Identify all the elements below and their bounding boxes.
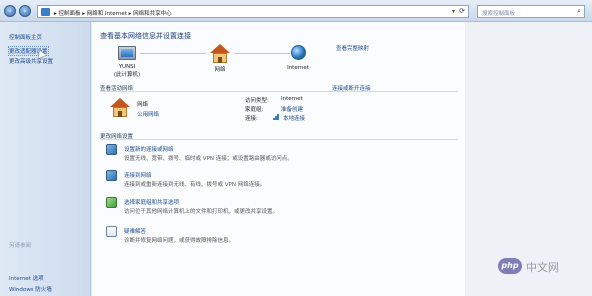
back-icon[interactable]: ‹ [4,5,16,17]
task-troubleshoot-desc: 诊断并修复网络问题，或获得故障排除信息。 [124,238,235,244]
map-computer-label: YUNSI (此计算机) [113,64,141,78]
task-new-connection-link[interactable]: 设置新的连接或网络 [124,145,174,153]
task-homegroup-desc: 访问位于其他网络计算机上的文件和打印机，或更改共享设置。 [124,209,279,215]
sidebar-item-control-panel-home[interactable]: 控制面板主页 [9,33,42,41]
watermark-logo: php [498,258,522,274]
network-house-icon [210,44,230,64]
sidebar-item-internet-options[interactable]: Internet 选项 [9,274,44,282]
search-icon[interactable]: ⌕ [577,7,581,16]
task-troubleshoot-link[interactable]: 疑难解答 [124,227,146,235]
address-field[interactable]: ▸ 控制面板 ▸ 网络和 Internet ▸ 网络和共享中心 ▾ ⟳ [37,5,469,18]
local-connection-link[interactable]: 本地连接 [283,114,305,122]
map-internet-label: Internet [287,65,309,71]
divider [100,139,458,140]
search-placeholder: 搜索控制面板 [482,11,516,17]
breadcrumb[interactable]: ▸ 控制面板 ▸ 网络和 Internet ▸ 网络和共享中心 [54,9,172,17]
connect-network-icon [106,170,117,181]
connections-label: 连接: [245,116,258,122]
search-input[interactable]: 搜索控制面板 ⌕ [477,5,585,18]
new-connection-icon [106,144,117,155]
network-type-link[interactable]: 公用网络 [137,110,159,118]
map-network-label: 网络 [214,67,226,73]
homegroup-link[interactable]: 准备创建 [281,105,303,113]
refresh-icon[interactable]: ⟳ [459,7,465,15]
page-title: 查看基本网络信息并设置连接 [100,32,191,40]
active-network-name: 网络 [137,102,149,108]
computer-icon [118,46,136,60]
map-connector [140,53,206,54]
watermark-text: 中文网 [526,261,559,274]
chevron-down-icon[interactable]: ▾ [452,8,455,15]
full-map-link[interactable]: 查看完整映射 [336,44,369,52]
sidebar-item-windows-firewall[interactable]: Windows 防火墙 [9,285,52,293]
task-connect-network-link[interactable]: 连接到网络 [124,171,152,179]
access-type-value: Internet [281,96,303,102]
control-panel-icon [41,8,50,16]
main-panel: 查看基本网络信息并设置连接 查看完整映射 YUNSI (此计算机) 网络 Int… [92,22,465,296]
troubleshoot-icon [106,226,117,237]
access-type-label: 访问类型: [245,98,269,104]
task-homegroup-link[interactable]: 选择家庭组和共享选项 [124,198,179,206]
divider [100,91,458,92]
connection-signal-icon [273,113,280,120]
homegroup-sharing-icon [106,197,117,208]
map-connector [234,53,290,54]
sidebar-item-change-sharing-settings[interactable]: 更改高级共享设置 [9,57,53,65]
homegroup-label: 家庭组: [245,107,264,113]
right-blank-area [466,22,592,296]
forward-icon[interactable]: › [19,5,31,17]
address-toolbar: ‹ › ▸ 控制面板 ▸ 网络和 Internet ▸ 网络和共享中心 ▾ ⟳ … [0,0,592,22]
see-also-title: 另请参阅 [9,243,32,249]
internet-globe-icon [291,45,306,60]
task-new-connection-desc: 设置无线、宽带、拨号、临时或 VPN 连接；或设置路由器或访问点。 [124,156,293,162]
active-network-icon [110,98,130,118]
task-connect-network-desc: 连接到或重新连接到无线、有线、拨号或 VPN 网络连接。 [124,182,266,188]
